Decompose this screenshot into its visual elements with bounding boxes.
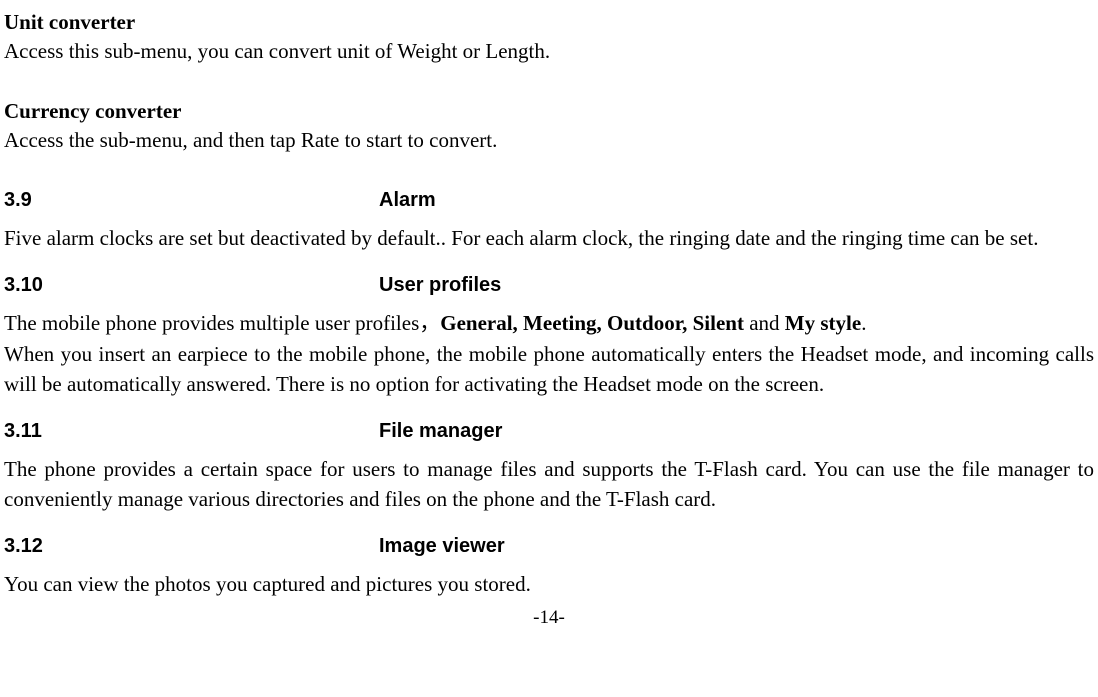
text: and: [749, 311, 785, 335]
unit-converter-body: Access this sub-menu, you can convert un…: [4, 37, 1094, 66]
currency-converter-body: Access the sub-menu, and then tap Rate t…: [4, 126, 1094, 155]
section-num: 3.9: [4, 186, 379, 214]
section-user-profiles-line2: When you insert an earpiece to the mobil…: [4, 340, 1094, 399]
unit-converter-heading: Unit converter: [4, 8, 1094, 37]
text-bold: General, Meeting, Outdoor, Silent: [440, 311, 749, 335]
section-num: 3.12: [4, 532, 379, 560]
section-num: 3.10: [4, 271, 379, 299]
section-title: Alarm: [379, 186, 436, 214]
section-image-viewer-body: You can view the photos you captured and…: [4, 570, 1094, 599]
section-title: Image viewer: [379, 532, 505, 560]
section-title: File manager: [379, 417, 502, 445]
section-alarm-body: Five alarm clocks are set but deactivate…: [4, 224, 1094, 253]
section-file-manager-header: 3.11 File manager: [4, 417, 1094, 445]
section-user-profiles-line1: The mobile phone provides multiple user …: [4, 309, 1094, 338]
text-bold: My style: [785, 311, 861, 335]
section-image-viewer-header: 3.12 Image viewer: [4, 532, 1094, 560]
section-alarm-header: 3.9 Alarm: [4, 186, 1094, 214]
page-number: -14-: [4, 605, 1094, 632]
text: The mobile phone provides multiple user …: [4, 311, 440, 335]
currency-converter-heading: Currency converter: [4, 97, 1094, 126]
section-user-profiles-header: 3.10 User profiles: [4, 271, 1094, 299]
section-file-manager-body: The phone provides a certain space for u…: [4, 455, 1094, 514]
section-title: User profiles: [379, 271, 501, 299]
section-num: 3.11: [4, 417, 379, 445]
text: .: [861, 311, 866, 335]
